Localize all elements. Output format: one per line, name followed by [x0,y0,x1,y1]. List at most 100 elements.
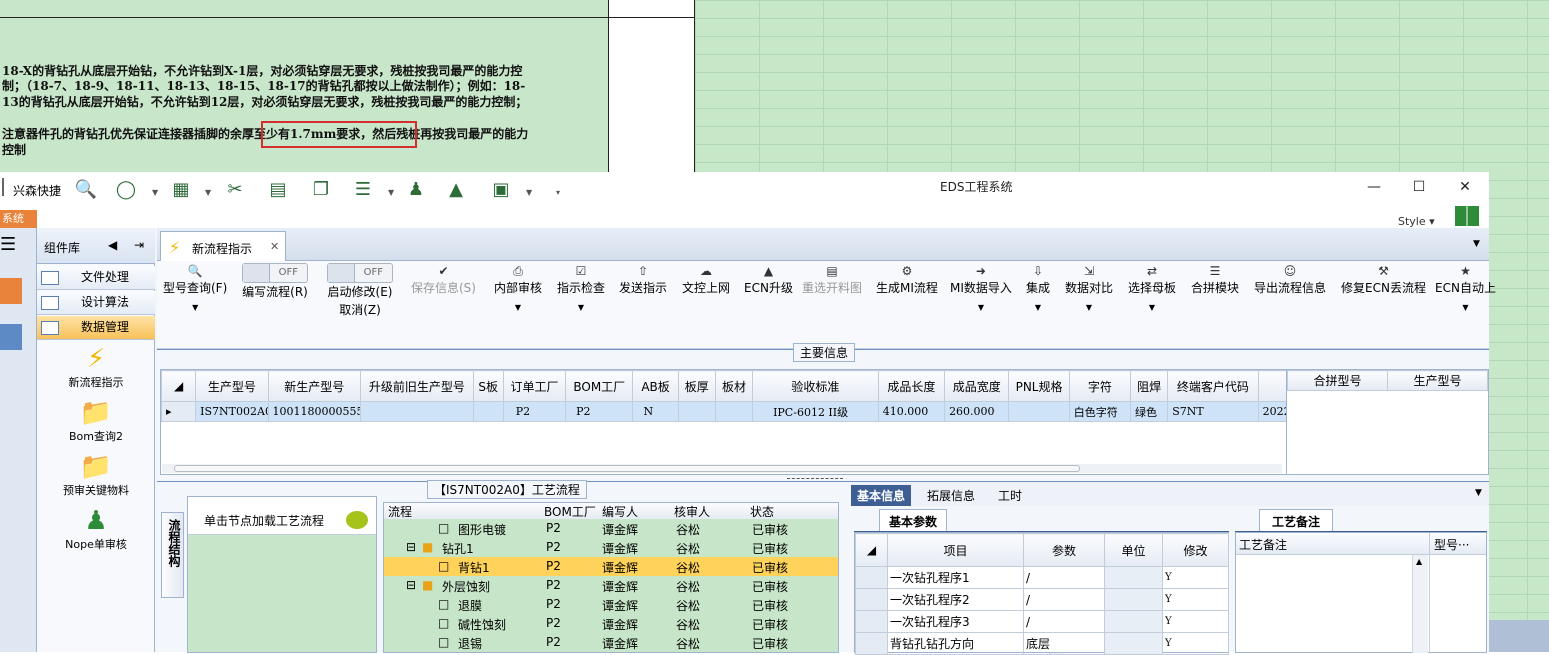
tree-row[interactable]: □ 图形电镀 P2 谭金辉 谷松 已审核 [384,519,838,538]
calculator-icon[interactable] [0,324,22,350]
chevron-down-icon[interactable]: ▼ [388,188,396,197]
ecn-upgrade-button[interactable]: ▲ ECN升级 [744,263,793,297]
collapse-toggle-icon[interactable]: ⊟ [406,540,416,554]
tree-row[interactable]: □ 退锡 P2 谭金辉 谷松 已审核 [384,633,838,652]
hamburger-menu-icon[interactable]: ☰ [0,236,18,254]
column-header[interactable]: 订单工厂 [502,370,567,402]
tab-extended-info[interactable]: 拓展信息 [921,485,981,506]
table-cell[interactable]: 绿色 [1130,401,1169,422]
style-label[interactable]: Style ▾ [1398,215,1435,228]
scrollbar-thumb[interactable] [174,465,1080,472]
merge-grid[interactable]: 合拼型号 生产型号 [1286,369,1489,475]
nav-item-file-processing[interactable]: 文件处理 [37,266,155,290]
pin-icon[interactable]: ⇥ [134,238,144,252]
tree-row[interactable]: ⊟ ■ 外层蚀刻 P2 谭金辉 谷松 已审核 [384,576,838,595]
tool-new-process[interactable]: ⚡ 新流程指示 [37,344,155,390]
minimize-icon[interactable]: — [1362,176,1386,198]
maximize-icon[interactable]: ☐ [1407,176,1431,198]
params-grid[interactable]: ◢ 项目 参数 单位 修改 一次钻孔程序1/Y 一次钻孔程序2/Y 一次钻孔程序… [854,532,1229,655]
table-cell[interactable]: 410.000 [877,401,946,422]
detail-dropdown-icon[interactable]: ▼ [1475,488,1482,498]
column-header[interactable]: S板 [472,370,504,402]
column-header[interactable]: 生产型号 [195,370,269,402]
tab-basic-params[interactable]: 基本参数 [879,509,947,531]
column-header[interactable]: 参数 [1023,533,1105,567]
column-header[interactable]: 验收标准 [752,370,879,402]
table-cell[interactable] [1104,632,1163,655]
system-tab[interactable]: 系统 [0,210,37,228]
table-cell[interactable]: 白色字符 [1068,401,1132,422]
write-process-toggle[interactable]: OFF 编写流程(R) [242,263,308,301]
column-header[interactable]: 型号··· [1434,536,1469,553]
collapse-left-icon[interactable]: ◀ [108,238,117,252]
search-icon[interactable]: 🔍 [74,178,98,200]
cancel-button[interactable]: 取消(Z) [327,301,393,319]
table-cell[interactable] [1104,566,1163,589]
table-cell[interactable]: 10011800005558 [267,401,362,422]
column-header[interactable]: 阻焊 [1130,370,1169,402]
column-header[interactable]: 终端客户代码 [1167,370,1259,402]
column-header[interactable]: 生产型号 [1387,370,1488,391]
table-row[interactable]: 一次钻孔程序3/ Y [855,610,1229,633]
monitor-icon[interactable]: ▣ [489,178,513,200]
column-header[interactable]: 板材 [714,370,754,402]
column-header[interactable]: 新生产型号 [267,370,362,402]
internal-review-button[interactable]: ⎙ 内部审核 ▼ [494,263,542,312]
nav-item-design-algorithm[interactable]: 设计算法 [37,291,155,315]
tool-nope-review[interactable]: ♟ Nope单审核 [37,506,155,552]
collapse-toggle-icon[interactable]: ⊟ [406,578,416,592]
column-header[interactable]: BOM工厂 [565,370,634,402]
table-cell[interactable]: Y [1162,566,1229,589]
table-cell[interactable] [360,401,474,422]
table-row[interactable]: 一次钻孔程序1/ Y [855,566,1229,589]
generate-mi-button[interactable]: ⚙ 生成MI流程 [876,263,938,297]
column-header[interactable]: 流程 [388,503,412,520]
table-cell[interactable] [472,401,504,422]
column-header[interactable]: BOM工厂 [544,503,596,520]
table-cell[interactable]: 260.000 [944,401,1010,422]
column-header[interactable]: 项目 [887,533,1024,567]
toggle-switch[interactable]: OFF [327,263,393,283]
model-query-button[interactable]: 🔍 型号查询(F) ▼ [163,263,227,312]
table-cell[interactable]: S7NT [1167,401,1259,422]
table-row[interactable]: ▸ IS7NT002A0 10011800005558 P2 P2 N IPC-… [160,401,1290,422]
select-mother-board-button[interactable]: ⇄ 选择母板 ▼ [1128,263,1176,312]
table-cell[interactable] [1104,610,1163,633]
close-tab-icon[interactable]: ✕ [270,240,279,253]
table-cell[interactable] [714,401,754,422]
table-cell[interactable]: P2 [502,401,567,422]
table-icon[interactable]: ▦ [169,178,193,200]
film-icon[interactable]: ▤ [266,178,290,200]
scissors-icon[interactable]: ✂ [223,178,247,200]
data-compare-button[interactable]: ⇲ 数据对比 ▼ [1065,263,1113,312]
customize-qat-icon[interactable]: ▾ [556,188,564,197]
tool-bom-query[interactable]: 📁 Bom查询2 [37,398,155,444]
list-icon[interactable]: ☰ [351,178,375,200]
column-header[interactable]: 单位 [1104,533,1163,567]
table-cell[interactable]: P2 [565,401,634,422]
chevron-down-icon[interactable]: ▼ [526,188,534,197]
start-modify-toggle[interactable]: OFF 启动修改(E) 取消(Z) [327,263,393,319]
lifebuoy-icon[interactable]: ◯ [114,178,138,200]
tab-process-notes[interactable]: 工艺备注 [1259,509,1333,531]
column-header[interactable]: 板厚 [677,370,716,402]
close-icon[interactable]: ✕ [1453,176,1477,198]
table-cell[interactable]: N [632,401,679,422]
column-header[interactable]: 合拼型号 [1287,370,1388,391]
tab-work-hours[interactable]: 工时 [992,485,1028,506]
copy-icon[interactable]: ❐ [309,178,333,200]
tab-new-process[interactable]: ⚡ 新流程指示 ✕ [160,231,286,262]
tree-row-selected[interactable]: □ 背钻1 P2 谭金辉 谷松 已审核 [384,557,838,576]
publish-online-button[interactable]: ☁ 文控上网 [682,263,730,297]
ecn-auto-button[interactable]: ★ ECN自动上 ▼ [1435,263,1496,312]
tab-basic-info[interactable]: 基本信息 [851,485,912,506]
table-cell[interactable]: IPC-6012 II级 [752,401,879,422]
table-cell[interactable]: / [1023,610,1105,633]
horizontal-scrollbar[interactable] [162,464,1282,473]
nav-item-data-management[interactable]: 数据管理 [37,316,155,340]
tree-row[interactable]: □ 碱性蚀刻 P2 谭金辉 谷松 已审核 [384,614,838,633]
splitter-handle[interactable] [787,478,843,482]
export-process-button[interactable]: ☺ 导出流程信息 [1254,263,1326,297]
send-instruction-button[interactable]: ⇧ 发送指示 [619,263,667,297]
chevron-down-icon[interactable]: ▼ [205,188,213,197]
